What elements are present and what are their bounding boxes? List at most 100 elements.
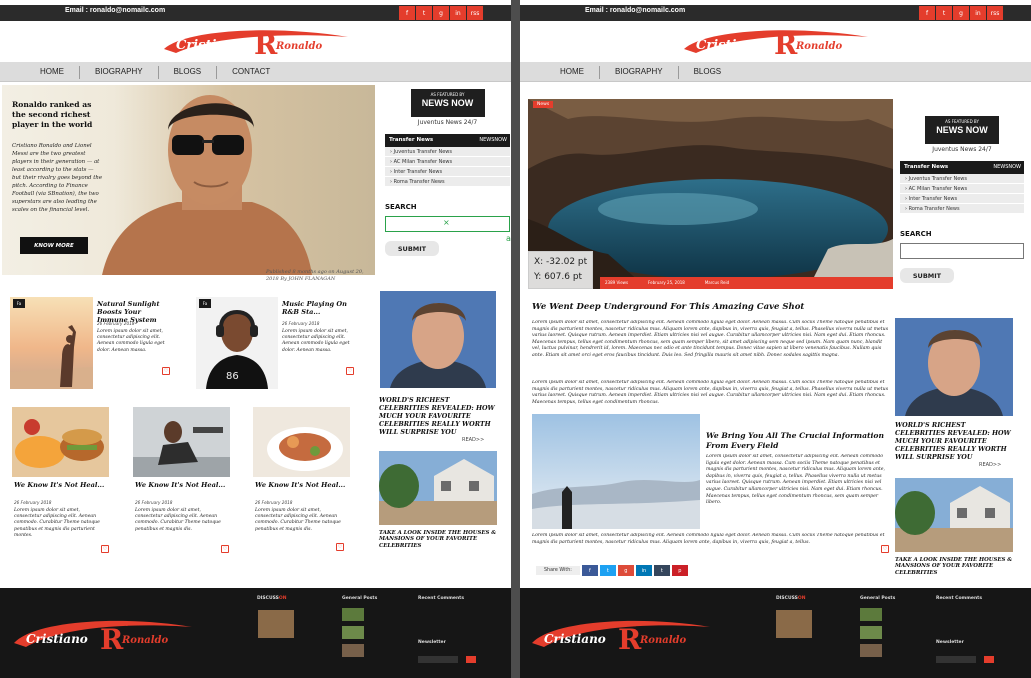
footer-logo[interactable]: Cristiano R Ronaldo [10,615,195,655]
facebook-icon[interactable]: f [399,6,415,20]
heart-icon[interactable]: ♡ [346,367,354,375]
share-tumblr-icon[interactable]: t [653,565,670,576]
news-now-badge[interactable]: AS FEATURED BY NEWS NOW [925,116,999,144]
footer-general-posts: General Posts [342,596,378,601]
newsletter-input[interactable] [936,656,976,663]
svg-text:Cristiano: Cristiano [26,632,88,646]
facebook-icon[interactable]: f [919,6,935,20]
side-article-title[interactable]: WORLD'S RICHEST CELEBRITIES REVEALED: HO… [895,421,1015,461]
linkedin-icon[interactable]: in [970,6,986,20]
footer-logo[interactable]: Cristiano R Ronaldo [528,615,713,655]
nav-home[interactable]: HOME [25,66,80,79]
card-date: 26 February 2018 [282,321,320,326]
share-google-icon[interactable]: g [617,565,634,576]
card-image-food-1[interactable] [12,407,109,477]
post-paragraph: Lorem ipsum dolor sit amet, consectetur … [532,380,889,405]
search-input[interactable] [900,243,1024,259]
site-logo[interactable]: Cristiano R Ronaldo [0,27,511,63]
heart-icon[interactable]: ♡ [101,545,109,553]
newsletter-input[interactable] [418,656,458,663]
card-date: 26 February 2018 [135,500,173,505]
card-title-music[interactable]: Music Playing On R&B Sta... [282,300,354,316]
heart-icon[interactable]: ♡ [221,545,229,553]
celebrity-portrait[interactable] [895,318,1013,416]
side-article-title[interactable]: WORLD'S RICHEST CELEBRITIES REVEALED: HO… [379,396,497,436]
top-bar: Email : ronaldo@nomailc.com f t g in rss [520,5,1031,21]
footer-discuss-thumb[interactable] [776,610,812,638]
nav-biography[interactable]: BIOGRAPHY [80,66,159,79]
share-twitter-icon[interactable]: t [599,565,616,576]
news-category-badge[interactable]: News [533,101,554,108]
nav-blogs[interactable]: BLOGS [679,66,737,79]
nav-home[interactable]: HOME [545,66,600,79]
transfer-item[interactable]: › Juventus Transfer News [385,147,510,157]
google-plus-icon[interactable]: g [953,6,969,20]
transfer-item[interactable]: › Inter Transfer News [900,194,1024,204]
heart-icon[interactable]: ♡ [881,545,889,553]
transfer-item[interactable]: › Roma Transfer News [900,204,1024,214]
email-contact: Email : ronaldo@nomailc.com [585,7,686,14]
card-image-music[interactable]: 86 [196,297,278,389]
news-now-badge[interactable]: AS FEATURED BY NEWS NOW [410,89,485,117]
linkedin-icon[interactable]: in [450,6,466,20]
rss-icon[interactable]: rss [467,6,483,20]
music-listener: 86 [206,310,268,389]
card-image-sunlight[interactable] [10,297,93,389]
site-logo[interactable]: Cristiano R Ronaldo [520,27,1031,63]
submit-button[interactable]: SUBMIT [385,241,439,256]
transfer-item[interactable]: › AC Milan Transfer News [385,157,510,167]
heart-icon[interactable]: ♡ [162,367,170,375]
know-more-button[interactable]: KNOW MORE [20,237,88,254]
footer-discuss-thumb[interactable] [258,610,294,638]
rss-icon[interactable]: rss [987,6,1003,20]
nav-contact[interactable]: CONTACT [217,66,285,79]
footer-post-thumb[interactable] [860,644,882,657]
share-pinterest-icon[interactable]: p [671,565,688,576]
post-author[interactable]: Marcus Reid [705,277,729,289]
read-more-link[interactable]: READ>> [462,437,484,443]
footer-post-thumb[interactable] [860,608,882,621]
hero-body: Cristiano Ronaldo and Lionel Messi are t… [12,143,103,213]
search-input[interactable]: × [385,216,510,232]
newsletter-submit-button[interactable] [984,656,994,663]
footer-post-thumb[interactable] [342,626,364,639]
footer-post-thumb[interactable] [860,626,882,639]
google-plus-icon[interactable]: g [433,6,449,20]
newsnow-logo: NEWSNOW [479,137,507,143]
card-image-food-2[interactable] [253,407,350,477]
card-title-fitness[interactable]: We Know It's Not Heal... [135,481,230,489]
twitter-icon[interactable]: t [416,6,432,20]
transfer-item[interactable]: › Inter Transfer News [385,167,510,177]
side-article-2-title[interactable]: TAKE A LOOK INSIDE THE HOUSES & MANSIONS… [379,530,497,549]
twitter-icon[interactable]: t [936,6,952,20]
read-more-link[interactable]: READ>> [979,462,1001,468]
nav-blogs[interactable]: BLOGS [159,66,218,79]
footer-post-thumb[interactable] [342,644,364,657]
transfer-item[interactable]: › Roma Transfer News [385,177,510,187]
sunlight-silhouette [10,325,93,389]
card-title-food-2[interactable]: We Know It's Not Heal... [255,481,350,489]
mansion-image[interactable] [895,478,1013,552]
newsletter-submit-button[interactable] [466,656,476,663]
sidebar: AS FEATURED BY NEWS NOW Juventus News 24… [385,89,510,256]
category-badge[interactable]: Fa [199,299,211,308]
category-badge[interactable]: Fa [13,299,25,308]
submit-button[interactable]: SUBMIT [900,268,954,283]
footer-post-thumb[interactable] [342,608,364,621]
mansion-image[interactable] [379,451,497,525]
mountain-image[interactable] [532,414,700,529]
transfer-item[interactable]: › Juventus Transfer News [900,174,1024,184]
card-image-fitness[interactable] [133,407,230,477]
post-paragraph: Lorem ipsum dolor sit amet, consectetur … [532,320,889,358]
main-nav: HOME BIOGRAPHY BLOGS CONTACT [0,62,511,82]
share-facebook-icon[interactable]: f [581,565,598,576]
hero-portrait [102,95,312,275]
heart-icon[interactable]: ♡ [336,543,344,551]
post-date: February 25, 2018 [648,280,685,285]
transfer-item[interactable]: › AC Milan Transfer News [900,184,1024,194]
nav-biography[interactable]: BIOGRAPHY [600,66,679,79]
share-linkedin-icon[interactable]: in [635,565,652,576]
side-article-2-title[interactable]: TAKE A LOOK INSIDE THE HOUSES & MANSIONS… [895,557,1015,576]
card-title-food-1[interactable]: We Know It's Not Heal... [14,481,109,489]
celebrity-portrait[interactable] [380,291,496,388]
